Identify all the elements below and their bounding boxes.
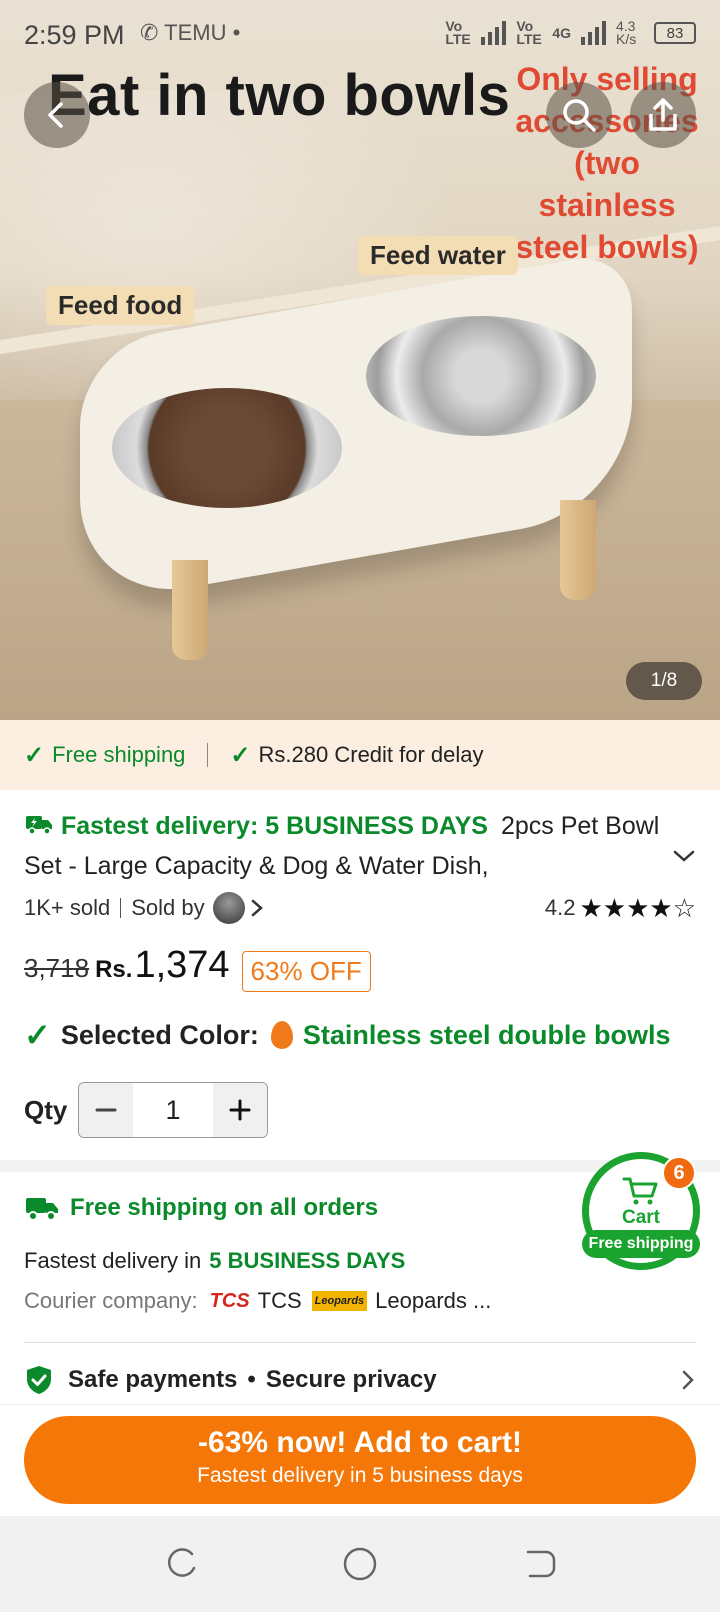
courier-label: Courier company: — [24, 1288, 198, 1313]
cart-icon — [622, 1177, 658, 1205]
delay-credit-label: Rs.280 Credit for delay — [258, 742, 484, 767]
delivery-time-line: Fastest delivery in 5 BUSINESS DAYS — [24, 1248, 405, 1274]
add-to-cart-label: -63% now! Add to cart! — [198, 1426, 522, 1459]
back-nav-button[interactable] — [522, 1546, 558, 1587]
status-right: Vo LTE Vo LTE 4G 4.3 K/s 83 — [445, 18, 696, 47]
courier-line: Courier company: TCS TCS Leopards Leopar… — [24, 1288, 491, 1314]
price-row: 3,718 Rs. 1,374 63% OFF — [24, 944, 371, 998]
fastest-delivery-label: Fastest delivery: 5 BUSINESS DAYS — [60, 812, 488, 840]
expand-title-button[interactable] — [672, 848, 696, 869]
shipping-strip: ✓ Free shipping ✓ Rs.280 Credit for dela… — [0, 720, 720, 790]
shield-check-icon — [27, 1366, 51, 1394]
network-speed: 4.3 K/s — [616, 18, 637, 47]
recents-icon — [167, 1548, 196, 1577]
minus-icon — [95, 1108, 117, 1112]
cart-label: Cart — [621, 1207, 660, 1228]
fast-truck-icon — [26, 816, 52, 835]
check-icon: ✓ — [230, 741, 251, 769]
home-button[interactable] — [342, 1546, 378, 1587]
status-bar: 2:59 PM ✆ TEMU • Vo LTE Vo LTE 4G 4.3 K/… — [0, 0, 720, 72]
add-to-cart-button[interactable]: -63% now! Add to cart! Fastest delivery … — [24, 1416, 696, 1504]
share-button[interactable] — [630, 82, 696, 148]
image-counter: 1/8 — [626, 662, 702, 700]
product-rating[interactable]: 4.2 ★★★★☆ — [545, 893, 696, 924]
divider — [24, 1342, 696, 1343]
quantity-row: Qty 1 — [24, 1082, 268, 1138]
system-nav-bar — [0, 1516, 720, 1612]
search-button[interactable] — [546, 82, 612, 148]
home-circle-icon — [343, 1547, 377, 1581]
tcs-logo: TCS — [209, 1289, 250, 1312]
secure-privacy-label: Secure privacy — [265, 1366, 437, 1393]
selected-color-label: Selected Color: — [60, 1019, 259, 1050]
network-type: 4G — [552, 25, 571, 41]
chevron-down-icon — [673, 850, 695, 862]
signal-icon — [581, 21, 606, 45]
free-shipping-all-label: Free shipping on all orders — [70, 1194, 379, 1221]
delivery-days: 5 BUSINESS DAYS — [209, 1248, 406, 1273]
flame-icon — [270, 1021, 293, 1049]
safe-payments-row[interactable]: Safe payments • Secure privacy — [24, 1364, 696, 1396]
product-image[interactable]: Eat in two bowls Only selling accessorie… — [0, 0, 720, 720]
notification-icons: ✆ TEMU • — [140, 20, 241, 45]
dot-separator: • — [247, 1366, 256, 1393]
water-bowl — [366, 316, 596, 436]
truck-icon — [26, 1198, 58, 1221]
cart-free-shipping-badge: Free shipping — [582, 1230, 700, 1258]
back-button[interactable] — [24, 82, 90, 148]
rating-stars: ★★★★☆ — [579, 892, 696, 923]
image-tag-food: Feed food — [46, 286, 195, 325]
free-shipping-all-orders: Free shipping on all orders — [24, 1194, 378, 1222]
original-price: 3,718 — [24, 953, 90, 983]
stand-leg — [560, 500, 596, 600]
stand-leg — [172, 560, 208, 660]
cart-count-badge: 6 — [662, 1156, 696, 1190]
image-headline: Eat in two bowls — [48, 63, 511, 128]
back-nav-icon — [526, 1550, 556, 1578]
status-time: 2:59 PM — [24, 20, 125, 50]
rating-value: 4.2 — [544, 895, 576, 920]
image-tag-water: Feed water — [358, 236, 518, 275]
fastest-delivery-in-label: Fastest delivery in — [24, 1248, 202, 1273]
recents-button[interactable] — [164, 1546, 200, 1587]
check-icon: ✓ — [24, 1017, 51, 1053]
chevron-right-icon — [682, 1370, 694, 1390]
divider — [120, 898, 122, 918]
safe-payments-label: Safe payments — [68, 1366, 238, 1393]
battery-icon: 83 — [654, 22, 696, 44]
selected-color-row[interactable]: ✓ Selected Color: Stainless steel double… — [24, 1016, 670, 1054]
volte-label: Vo LTE — [445, 18, 471, 47]
current-price: 1,374 — [134, 944, 230, 986]
food-bowl — [112, 388, 342, 508]
search-icon — [563, 99, 596, 132]
sold-by-label[interactable]: Sold by — [131, 895, 204, 921]
leopards-logo: Leopards — [311, 1291, 368, 1311]
decrease-qty-button[interactable] — [79, 1083, 133, 1137]
currency-label: Rs. — [95, 956, 133, 983]
quantity-stepper: 1 — [78, 1082, 268, 1138]
sold-count: 1K+ sold — [24, 895, 111, 920]
volte-label: Vo LTE — [516, 18, 542, 47]
courier-tcs: TCS — [257, 1288, 302, 1313]
chevron-right-icon[interactable] — [249, 898, 265, 918]
divider — [207, 743, 209, 767]
increase-qty-button[interactable] — [213, 1083, 267, 1137]
seller-avatar[interactable] — [212, 892, 245, 924]
qty-value[interactable]: 1 — [133, 1095, 213, 1126]
share-icon — [649, 98, 677, 131]
discount-badge: 63% OFF — [241, 950, 371, 992]
selected-color-value: Stainless steel double bowls — [302, 1019, 671, 1050]
signal-icon — [481, 21, 507, 45]
check-icon: ✓ — [24, 741, 45, 769]
product-meta-row: 1K+ sold Sold by 4.2 ★★★★☆ — [24, 892, 696, 924]
chevron-left-icon — [48, 102, 63, 128]
free-shipping-label: Free shipping — [52, 742, 186, 767]
courier-leopards: Leopards ... — [375, 1288, 492, 1313]
qty-label: Qty — [24, 1094, 68, 1125]
plus-icon — [229, 1099, 251, 1121]
add-to-cart-sublabel: Fastest delivery in 5 business days — [197, 1464, 523, 1487]
product-title[interactable]: Fastest delivery: 5 BUSINESS DAYS 2pcs P… — [24, 806, 664, 886]
